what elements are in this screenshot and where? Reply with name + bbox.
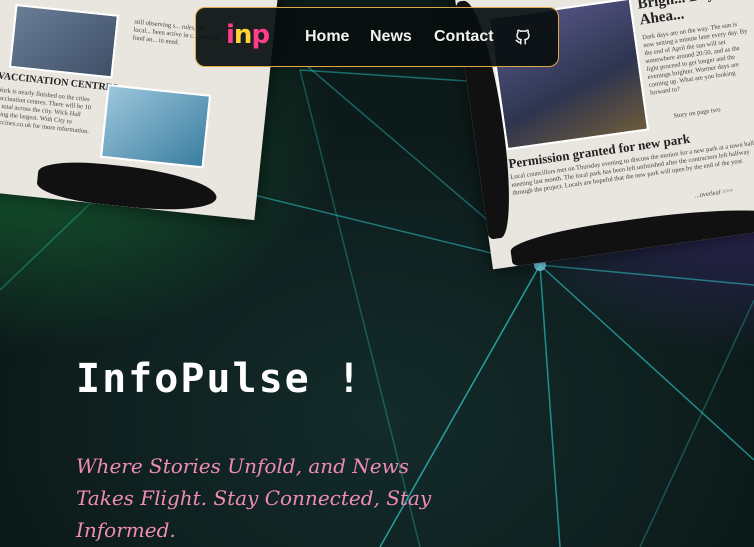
github-icon[interactable] (514, 28, 532, 46)
nav-link-home[interactable]: Home (305, 28, 349, 46)
news-photo-vials (99, 84, 212, 169)
news-snippet-body: Work is nearly finished on the cities va… (0, 86, 92, 136)
hero-title: InfoPulse ! (76, 356, 363, 402)
logo-letter-p: p (251, 20, 270, 50)
news-story-note: Story on page two (672, 106, 721, 120)
site-logo[interactable]: inp (226, 20, 286, 56)
hero-tagline: Where Stories Unfold, and News Takes Fli… (76, 454, 432, 542)
navbar: inp Home News Contact (195, 7, 559, 67)
logo-letter-n: n (233, 20, 252, 50)
news-overleaf: ...overleaf >>> (694, 187, 734, 200)
nav-link-contact[interactable]: Contact (434, 28, 494, 46)
news-snippet-brighter-days: Dark days are on the way. The sun is now… (641, 21, 748, 97)
nav-link-news[interactable]: News (370, 28, 412, 46)
news-photo-people (8, 3, 120, 79)
logo-letter-i: i (226, 20, 235, 50)
